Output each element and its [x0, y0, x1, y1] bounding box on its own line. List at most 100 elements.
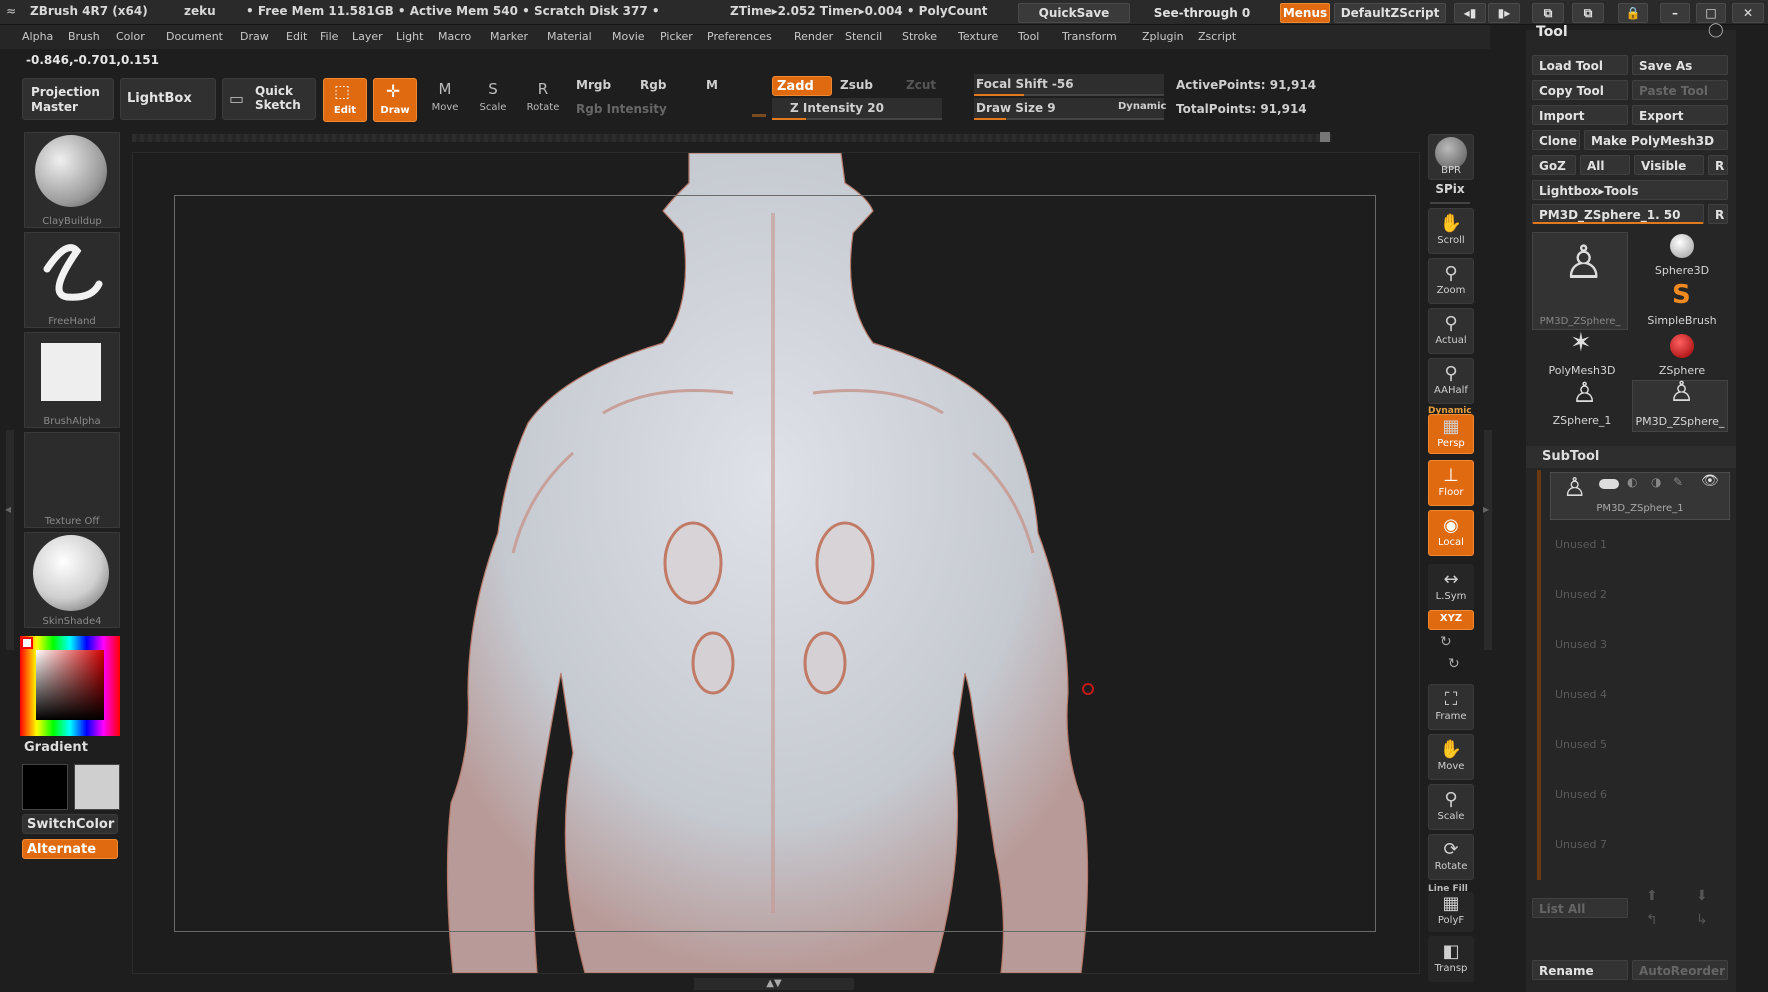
- texture-thumbnail[interactable]: Texture Off: [24, 432, 120, 528]
- alpha-thumbnail[interactable]: BrushAlpha: [24, 332, 120, 428]
- dynamesh-icon[interactable]: ◐: [1627, 475, 1637, 489]
- draw-mode-button[interactable]: ✛ Draw: [373, 78, 417, 122]
- scale-mode-button[interactable]: S Scale: [472, 80, 514, 120]
- persp-button[interactable]: ▦ Persp: [1428, 414, 1474, 454]
- layout-next-icon[interactable]: ▮▸: [1488, 3, 1520, 23]
- menu-transform[interactable]: Transform: [1062, 30, 1117, 43]
- focal-shift-slider[interactable]: Focal Shift -56: [974, 74, 1164, 96]
- material-thumbnail[interactable]: SkinShade4: [24, 532, 120, 628]
- move-up-icon[interactable]: ↰: [1646, 912, 1658, 928]
- minimize-icon[interactable]: –: [1660, 3, 1690, 23]
- move-down-icon[interactable]: ↳: [1696, 912, 1708, 928]
- local-button[interactable]: ◉ Local: [1428, 510, 1474, 556]
- scroll-knob[interactable]: [1320, 132, 1330, 142]
- menu-preferences[interactable]: Preferences: [707, 30, 772, 43]
- alternate-button[interactable]: Alternate: [22, 839, 118, 859]
- tool-thumb-simplebrush[interactable]: S SimpleBrush: [1632, 280, 1732, 330]
- tool-thumb-polymesh3d[interactable]: ✶ PolyMesh3D: [1532, 328, 1632, 380]
- arrow-up-icon[interactable]: ⬆: [1646, 888, 1658, 904]
- menu-texture[interactable]: Texture: [958, 30, 998, 43]
- rotate-mode-button[interactable]: R Rotate: [522, 80, 564, 120]
- scroll-button[interactable]: ✋ Scroll: [1428, 208, 1474, 254]
- goz-visible-button[interactable]: Visible: [1634, 155, 1704, 175]
- menu-draw[interactable]: Draw: [240, 30, 269, 43]
- floating-palette-icon[interactable]: ⧉: [1532, 3, 1564, 23]
- zsub-button[interactable]: Zsub: [840, 78, 873, 92]
- menu-tool[interactable]: Tool: [1018, 30, 1039, 43]
- copy-tool-button[interactable]: Copy Tool: [1532, 80, 1628, 100]
- color-picker[interactable]: [20, 636, 120, 736]
- rotate-y-icon[interactable]: ↻: [1440, 634, 1452, 650]
- docked-palette-icon[interactable]: ⧉: [1572, 3, 1604, 23]
- export-button[interactable]: Export: [1632, 105, 1728, 125]
- right-tray-handle[interactable]: [1484, 430, 1492, 650]
- arrow-down-icon[interactable]: ⬇: [1696, 888, 1708, 904]
- color-square[interactable]: [36, 650, 104, 720]
- scale-view-button[interactable]: ⚲ Scale: [1428, 784, 1474, 830]
- polyf-button[interactable]: ▦ PolyF: [1428, 892, 1474, 932]
- brush-icon[interactable]: ✎: [1673, 475, 1683, 489]
- zadd-button[interactable]: Zadd: [772, 76, 832, 96]
- switch-color-button[interactable]: SwitchColor: [22, 814, 118, 834]
- menu-picker[interactable]: Picker: [660, 30, 693, 43]
- z-intensity-slider[interactable]: Z Intensity 20: [772, 98, 942, 120]
- save-as-button[interactable]: Save As: [1632, 55, 1728, 75]
- lock-icon[interactable]: 🔒: [1618, 3, 1648, 23]
- menu-stencil[interactable]: Stencil: [845, 30, 882, 43]
- secondary-color-swatch[interactable]: [74, 764, 120, 810]
- actual-button[interactable]: ⚲ Actual: [1428, 308, 1474, 354]
- floor-button[interactable]: ⊥ Floor: [1428, 460, 1474, 506]
- lsym-button[interactable]: ↔ L.Sym: [1428, 564, 1474, 610]
- polypaint-icon[interactable]: ◑: [1651, 475, 1661, 489]
- bpr-button[interactable]: BPR: [1428, 134, 1474, 180]
- menu-color[interactable]: Color: [116, 30, 145, 43]
- layout-prev-icon[interactable]: ◂▮: [1454, 3, 1486, 23]
- paste-tool-button[interactable]: Paste Tool: [1632, 80, 1728, 100]
- see-through-slider[interactable]: See-through 0: [1136, 3, 1268, 23]
- goz-all-button[interactable]: All: [1580, 155, 1630, 175]
- move-mode-button[interactable]: M Move: [424, 80, 466, 120]
- menu-zplugin[interactable]: Zplugin: [1142, 30, 1184, 43]
- load-tool-button[interactable]: Load Tool: [1532, 55, 1628, 75]
- rgb-intensity-slider[interactable]: Rgb Intensity: [576, 102, 667, 116]
- default-zscript-button[interactable]: DefaultZScript: [1334, 3, 1446, 23]
- menu-material[interactable]: Material: [547, 30, 592, 43]
- menu-brush[interactable]: Brush: [68, 30, 100, 43]
- edit-mode-button[interactable]: ⬚ Edit: [323, 78, 367, 122]
- menu-document[interactable]: Document: [166, 30, 223, 43]
- autoreorder-button[interactable]: AutoReorder: [1632, 960, 1728, 980]
- rotate-z-icon[interactable]: ↻: [1448, 656, 1460, 672]
- menu-movie[interactable]: Movie: [612, 30, 645, 43]
- move-view-button[interactable]: ✋ Move: [1428, 734, 1474, 780]
- right-tray-arrow-icon[interactable]: ▸: [1483, 502, 1489, 516]
- stroke-thumbnail[interactable]: FreeHand: [24, 232, 120, 328]
- quick-sketch-button[interactable]: ▭ Quick Sketch: [222, 78, 316, 120]
- list-all-button[interactable]: List All: [1532, 898, 1628, 918]
- projection-master-button[interactable]: Projection Master: [22, 78, 114, 120]
- left-tray-arrow-icon[interactable]: ◂: [5, 502, 11, 516]
- brush-thumbnail[interactable]: ClayBuildup: [24, 132, 120, 228]
- menu-macro[interactable]: Macro: [438, 30, 471, 43]
- rgb-button[interactable]: Rgb: [640, 78, 666, 92]
- tool-thumb-pm3d-2[interactable]: ♙ PM3D_ZSphere_: [1632, 375, 1728, 432]
- quicksave-button[interactable]: QuickSave: [1018, 3, 1130, 23]
- m-button[interactable]: M: [706, 78, 718, 92]
- menu-layer[interactable]: Layer: [352, 30, 383, 43]
- tool-thumb-zsphere[interactable]: ZSphere: [1632, 332, 1732, 380]
- menu-zscript[interactable]: Zscript: [1198, 30, 1236, 43]
- bottom-tray-handle[interactable]: ▲▼: [694, 978, 854, 990]
- zcut-button[interactable]: Zcut: [906, 78, 936, 92]
- goz-button[interactable]: GoZ: [1532, 155, 1576, 175]
- tool-thumb-pm3d[interactable]: ♙ PM3D_ZSphere_: [1532, 232, 1628, 330]
- subtool-scrollbar[interactable]: [1537, 470, 1541, 880]
- left-tray-handle[interactable]: [6, 430, 14, 650]
- rotate-view-button[interactable]: ⟳ Rotate: [1428, 834, 1474, 880]
- menu-edit[interactable]: Edit: [286, 30, 307, 43]
- lightbox-button[interactable]: LightBox: [120, 78, 216, 120]
- import-button[interactable]: Import: [1532, 105, 1628, 125]
- menu-marker[interactable]: Marker: [490, 30, 528, 43]
- menus-button[interactable]: Menus: [1280, 3, 1330, 23]
- current-tool-slider[interactable]: PM3D_ZSphere_1. 50: [1532, 204, 1704, 224]
- menu-light[interactable]: Light: [396, 30, 423, 43]
- menu-stroke[interactable]: Stroke: [902, 30, 937, 43]
